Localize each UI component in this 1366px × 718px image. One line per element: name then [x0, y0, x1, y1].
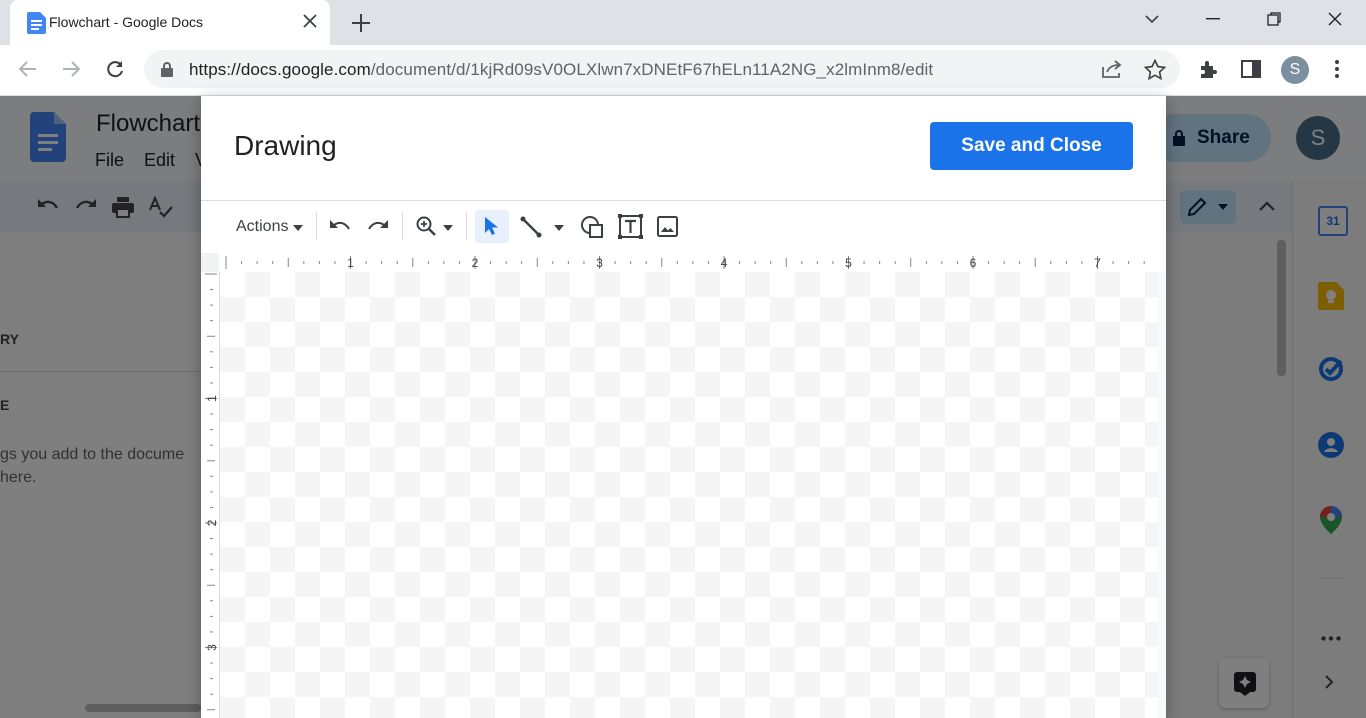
- url-host: https://docs.google.com: [189, 60, 371, 79]
- toolbar-divider: [316, 212, 317, 240]
- url-text[interactable]: https://docs.google.com/document/d/1kjRd…: [189, 60, 933, 80]
- back-icon[interactable]: [18, 59, 38, 79]
- reload-icon[interactable]: [105, 59, 125, 79]
- lock-icon[interactable]: [160, 61, 174, 77]
- horizontal-ruler-ticks: 1 2 3 4 5 6 7: [225, 256, 1145, 270]
- vertical-ruler-ticks: 1 2 3: [205, 273, 219, 711]
- select-cursor-icon: [484, 216, 500, 236]
- image-icon[interactable]: [657, 216, 678, 237]
- actions-menu[interactable]: Actions: [236, 218, 288, 236]
- horizontal-ruler: 1 2 3 4 5 6 7: [219, 253, 1166, 273]
- docs-favicon-icon: [27, 12, 47, 34]
- bookmark-star-icon[interactable]: [1144, 59, 1166, 80]
- save-and-close-button[interactable]: Save and Close: [930, 122, 1133, 170]
- new-tab-icon[interactable]: [351, 13, 371, 33]
- chrome-menu-icon[interactable]: [1334, 59, 1340, 79]
- ruler-label: 3: [596, 256, 603, 270]
- shape-icon[interactable]: [580, 215, 604, 239]
- close-tab-icon[interactable]: [303, 14, 317, 28]
- drawing-canvas[interactable]: [220, 272, 1158, 718]
- redo-icon[interactable]: [366, 217, 390, 235]
- side-panel-icon[interactable]: [1241, 60, 1261, 78]
- tab-search-chevron-icon[interactable]: [1144, 13, 1160, 25]
- dialog-title: Drawing: [234, 130, 337, 161]
- share-page-icon[interactable]: [1101, 59, 1123, 79]
- tab-title: Flowchart - Google Docs: [49, 14, 204, 30]
- ruler-label: 2: [205, 519, 219, 526]
- ruler-label: 1: [347, 256, 354, 270]
- actions-dropdown-icon[interactable]: [293, 225, 303, 231]
- ruler-label: 7: [1094, 256, 1101, 270]
- vertical-ruler: 1 2 3: [201, 272, 220, 718]
- undo-icon[interactable]: [328, 217, 352, 235]
- canvas-margin: [1158, 272, 1166, 718]
- ruler-corner: [201, 253, 220, 273]
- zoom-dropdown-icon[interactable]: [443, 225, 453, 231]
- ruler-label: 3: [205, 644, 219, 651]
- toolbar-divider: [402, 212, 403, 240]
- ruler-label: 6: [970, 256, 977, 270]
- restore-icon[interactable]: [1267, 12, 1281, 26]
- extensions-icon[interactable]: [1198, 59, 1220, 81]
- ruler-label: 4: [721, 256, 728, 270]
- ruler-label: 2: [472, 256, 479, 270]
- textbox-icon[interactable]: [618, 214, 643, 239]
- minimize-icon[interactable]: [1206, 18, 1220, 20]
- close-window-icon[interactable]: [1328, 12, 1342, 26]
- zoom-icon[interactable]: [415, 215, 437, 237]
- line-icon[interactable]: [520, 216, 542, 238]
- ruler-label: 1: [205, 395, 219, 402]
- profile-avatar[interactable]: S: [1281, 56, 1309, 84]
- url-path: /document/d/1kjRd09sV0OLXlwn7xDNEtF67hEL…: [370, 60, 934, 79]
- toolbar-divider: [466, 212, 467, 240]
- ruler-label: 5: [845, 256, 852, 270]
- forward-icon[interactable]: [61, 59, 81, 79]
- line-dropdown-icon[interactable]: [554, 225, 564, 231]
